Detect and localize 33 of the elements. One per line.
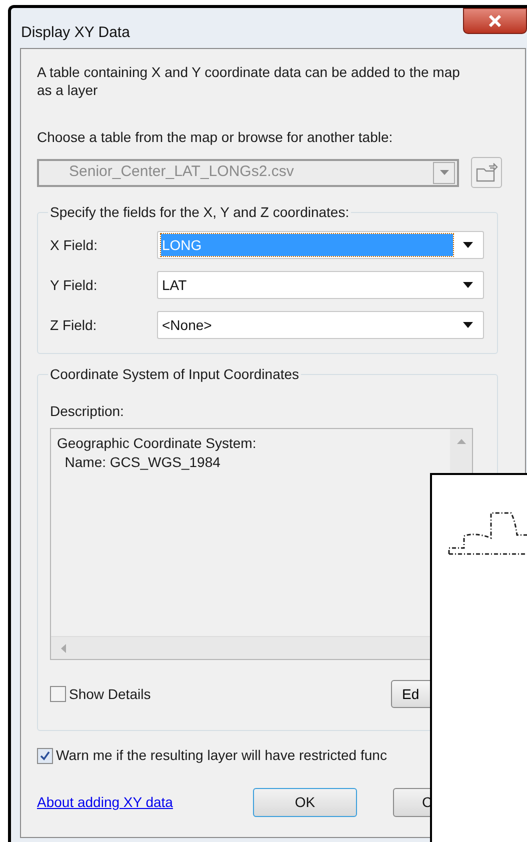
- scroll-left-icon: [61, 644, 66, 652]
- scroll-up-icon: [456, 439, 466, 444]
- ok-button[interactable]: OK: [253, 788, 357, 817]
- intro-text: A table containing X and Y coordinate data can be added to the map as a layer: [37, 63, 461, 99]
- checkbox-label: Show Details: [69, 684, 151, 704]
- description-label: Description:: [50, 402, 125, 421]
- field-label: X Field:: [50, 236, 98, 254]
- field-dropdown[interactable]: <None>: [157, 311, 484, 339]
- dropdown-arrow-icon: [463, 282, 473, 288]
- dropdown-arrow-icon: [463, 322, 473, 328]
- group-title: Specify the fields for the X, Y and Z coordinates:: [49, 203, 350, 222]
- folder-icon: [476, 162, 498, 182]
- description-line: Geographic Coordinate System:: [57, 434, 256, 453]
- field-dropdown[interactable]: LAT: [157, 271, 484, 299]
- group-title: Coordinate System of Input Coordinates: [49, 365, 300, 384]
- dropdown-arrow-icon: [463, 242, 473, 248]
- field-label: Z Field:: [50, 316, 98, 334]
- show-details-checkbox[interactable]: [50, 686, 66, 702]
- field-value: <None>: [161, 316, 213, 334]
- checkbox-label: Warn me if the resulting layer will have restricted func: [56, 746, 387, 765]
- window-title: Display XY Data: [21, 23, 130, 43]
- field-value: LAT: [161, 276, 188, 294]
- field-value: LONG: [161, 234, 453, 256]
- close-button[interactable]: [463, 8, 527, 34]
- browse-button[interactable]: [471, 157, 502, 188]
- description-line: Name: GCS_WGS_1984: [64, 453, 220, 472]
- dropdown-arrow-icon: [440, 170, 448, 175]
- help-link[interactable]: About adding XY data: [37, 792, 253, 813]
- choose-table-label: Choose a table from the map or browse for another table:: [37, 128, 394, 147]
- close-icon: [488, 15, 502, 27]
- warn-checkbox[interactable]: [37, 748, 53, 764]
- field-label: Y Field:: [50, 276, 98, 294]
- checkmark-icon: [40, 750, 50, 760]
